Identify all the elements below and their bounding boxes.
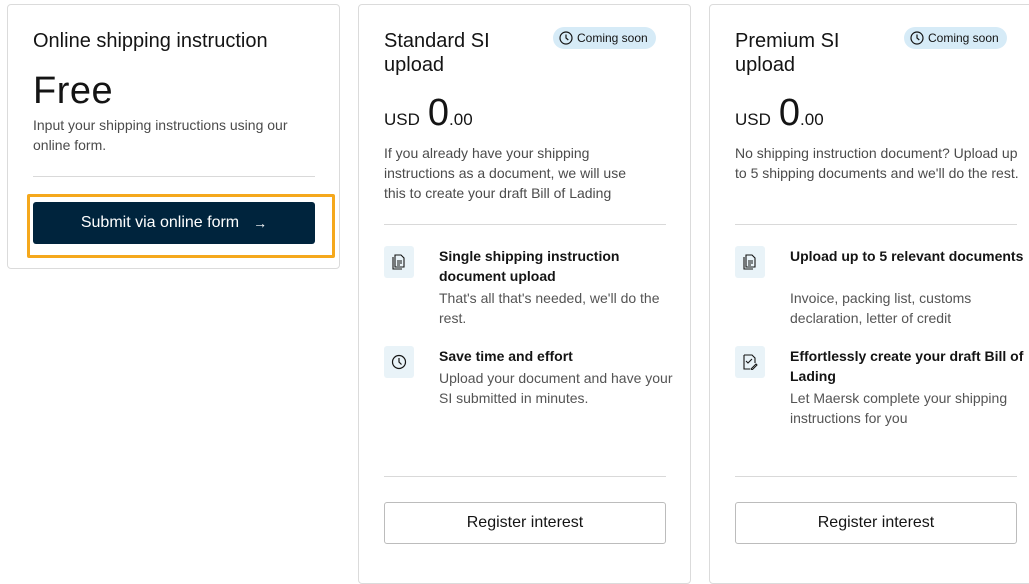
divider — [384, 476, 666, 477]
document-upload-icon — [384, 246, 414, 278]
divider — [735, 224, 1017, 225]
price: USD 0 .00 — [735, 93, 824, 133]
price: USD 0 .00 — [384, 93, 473, 133]
card-description: Input your shipping instructions using o… — [33, 117, 288, 153]
divider — [735, 476, 1017, 477]
feature-text: That's all that's needed, we'll do the r… — [439, 290, 660, 326]
clock-icon — [559, 31, 573, 45]
online-si-card: Online shipping instruction Free Input y… — [7, 4, 340, 269]
divider — [384, 224, 666, 225]
price-cents: .00 — [800, 110, 824, 129]
feature-item: Effortlessly create your draft Bill of L… — [735, 346, 1025, 436]
standard-si-card: Standard SI upload Coming soon USD 0 .00… — [358, 4, 691, 584]
feature-item: Upload up to 5 relevant documents Invoic… — [735, 246, 1025, 336]
badge-label: Coming soon — [928, 31, 999, 45]
price-currency: USD — [384, 110, 420, 129]
card-title: Premium SI upload — [735, 30, 840, 76]
price-main: 0 — [427, 92, 450, 134]
price-main: 0 — [778, 92, 801, 134]
clock-icon — [384, 346, 414, 378]
badge-label: Coming soon — [577, 31, 648, 45]
coming-soon-badge: Coming soon — [553, 27, 656, 49]
price-currency: USD — [735, 110, 771, 129]
submit-online-form-button[interactable]: Submit via online form → — [33, 202, 315, 244]
price-label: Free — [33, 70, 114, 112]
card-description: If you already have your shipping instru… — [384, 145, 626, 201]
feature-title: Single shipping instruction document upl… — [439, 248, 620, 284]
feature-title: Save time and effort — [439, 348, 573, 364]
clock-icon — [910, 31, 924, 45]
button-label: Submit via online form — [80, 214, 240, 231]
card-title: Standard SI upload — [384, 30, 490, 76]
feature-title: Effortlessly create your draft Bill of L… — [790, 348, 1024, 384]
feature-text: Invoice, packing list, customs declarati… — [790, 290, 972, 326]
feature-item: Single shipping instruction document upl… — [384, 246, 674, 336]
feature-text: Let Maersk complete your shipping instru… — [790, 390, 1008, 426]
documents-icon — [735, 246, 765, 278]
register-interest-button[interactable]: Register interest — [735, 502, 1017, 544]
register-interest-button[interactable]: Register interest — [384, 502, 666, 544]
coming-soon-badge: Coming soon — [904, 27, 1007, 49]
card-title: Online shipping instruction — [33, 30, 268, 52]
divider — [33, 176, 315, 177]
card-description: No shipping instruction document? Upload… — [735, 145, 1019, 181]
feature-item: Save time and effort Upload your documen… — [384, 346, 674, 416]
feature-title: Upload up to 5 relevant documents — [790, 248, 1024, 264]
document-edit-icon — [735, 346, 765, 378]
premium-si-card: Premium SI upload Coming soon USD 0 .00 … — [709, 4, 1029, 584]
arrow-right-icon: → — [253, 215, 268, 231]
price-cents: .00 — [449, 110, 473, 129]
feature-text: Upload your document and have your SI su… — [439, 370, 673, 406]
